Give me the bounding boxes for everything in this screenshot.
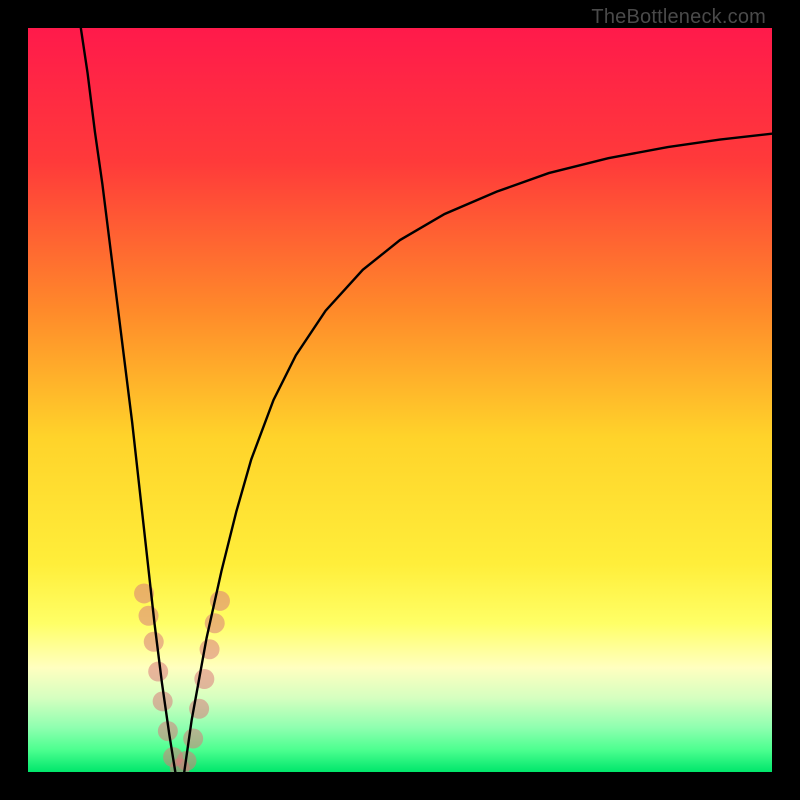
- watermark-text: TheBottleneck.com: [591, 6, 766, 29]
- curve-right-branch: [184, 134, 772, 772]
- chart-frame: TheBottleneck.com: [0, 0, 800, 800]
- curve-left-branch: [81, 28, 175, 772]
- curve-layer: [28, 28, 772, 772]
- plot-area: [28, 28, 772, 772]
